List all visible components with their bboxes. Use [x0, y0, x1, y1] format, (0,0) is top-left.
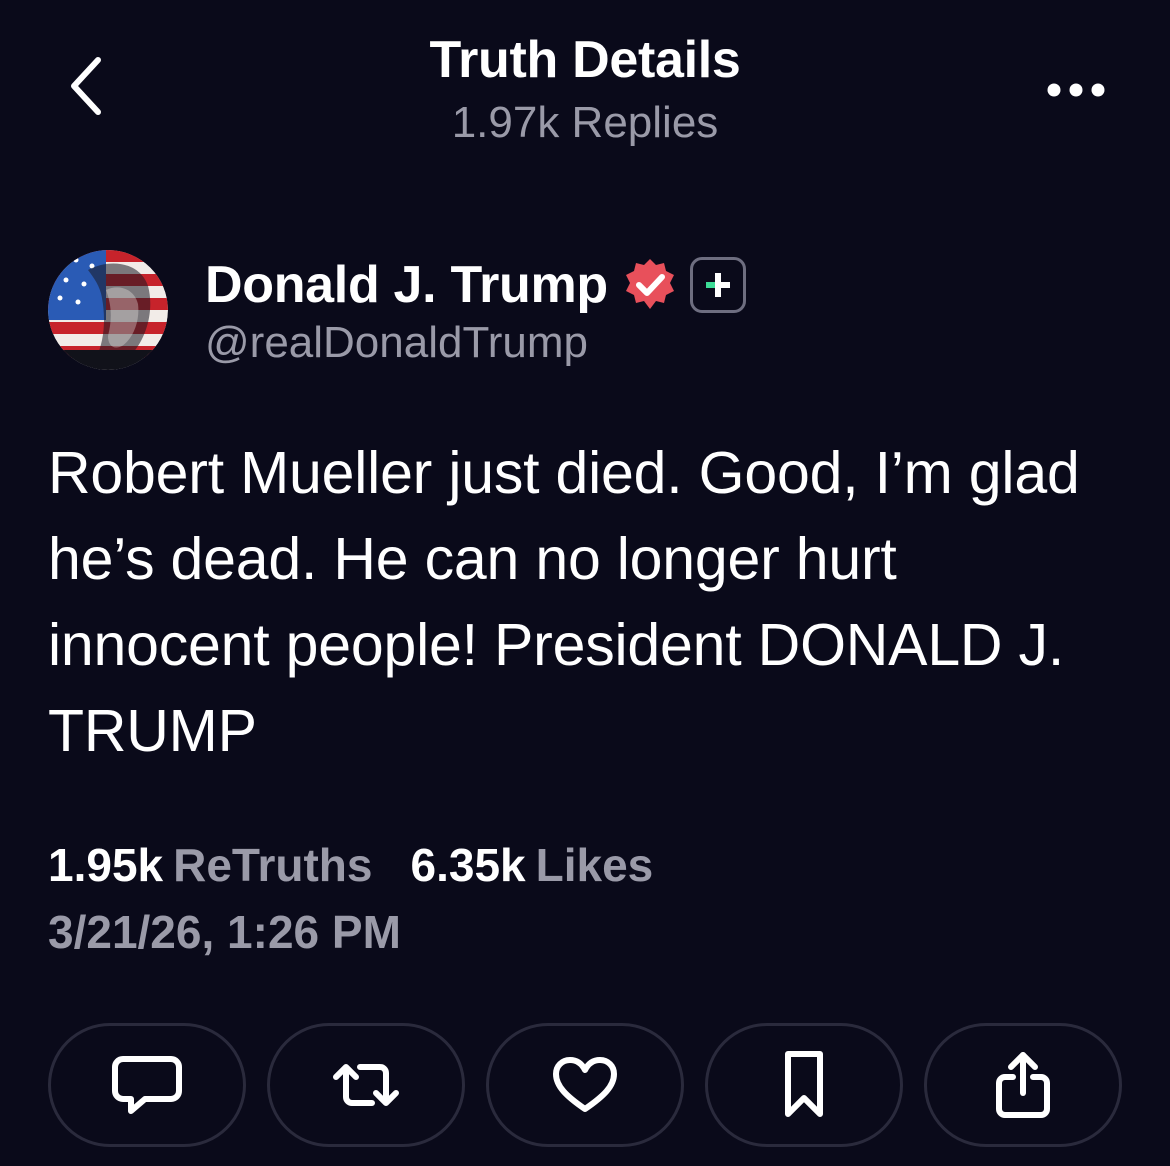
share-button[interactable] [924, 1023, 1122, 1147]
post-body-text: Robert Mueller just died. Good, I’m glad… [48, 440, 1080, 764]
likes-label: Likes [535, 839, 654, 891]
share-icon [996, 1052, 1050, 1118]
page-title: Truth Details [429, 31, 741, 89]
author-name-row: Donald J. Trump [205, 250, 746, 320]
likes-stat[interactable]: 6.35k Likes [411, 838, 654, 892]
reply-button[interactable] [48, 1023, 246, 1147]
retruth-button[interactable] [267, 1023, 465, 1147]
author-name[interactable]: Donald J. Trump [205, 255, 608, 315]
author-handle[interactable]: @realDonaldTrump [205, 318, 588, 368]
heart-icon [553, 1057, 617, 1112]
avatar-image [48, 250, 168, 370]
retruths-label: ReTruths [173, 839, 373, 891]
action-bar [48, 1023, 1122, 1147]
ellipsis-icon [1047, 83, 1105, 97]
like-button[interactable] [486, 1023, 684, 1147]
more-options-button[interactable] [1040, 68, 1112, 112]
repost-icon [333, 1064, 399, 1106]
avatar[interactable] [48, 250, 168, 370]
plus-badge-icon [689, 257, 746, 313]
retruths-stat[interactable]: 1.95k ReTruths [48, 838, 373, 892]
post-timestamp: 3/21/26, 1:26 PM [48, 906, 401, 958]
verified-badge-icon [622, 257, 678, 313]
header-bar: Truth Details 1.97k Replies [0, 0, 1170, 170]
bookmark-icon [785, 1051, 823, 1117]
likes-count: 6.35k [410, 839, 526, 891]
bookmark-button[interactable] [705, 1023, 903, 1147]
post-stats: 1.95k ReTruths 6.35k Likes [48, 838, 691, 892]
truth-details-screen: Truth Details 1.97k Replies Donald J. Tr… [0, 0, 1170, 1166]
retruths-count: 1.95k [48, 839, 164, 891]
comment-icon [112, 1056, 182, 1114]
replies-count[interactable]: 1.97k Replies [0, 98, 1170, 148]
